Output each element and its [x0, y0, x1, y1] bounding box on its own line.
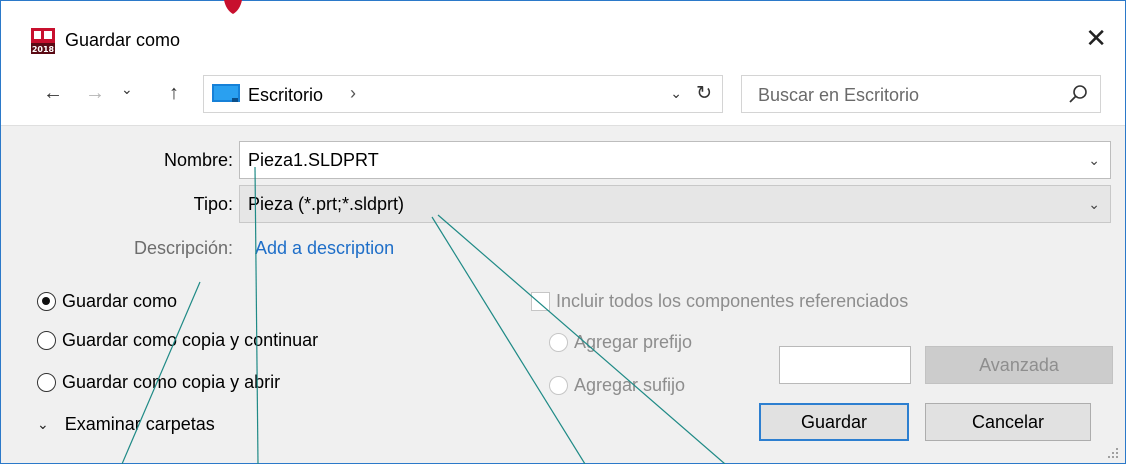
file-type-value[interactable]: Pieza (*.prt;*.sldprt)	[248, 194, 404, 215]
description-label: Descripción:	[133, 238, 233, 258]
file-type-dropdown-icon[interactable]: ⌄	[1088, 196, 1100, 213]
radio-disabled-icon[interactable]	[549, 376, 568, 395]
save-button[interactable]: Guardar	[759, 403, 909, 441]
search-placeholder: Buscar en Escritorio	[758, 85, 920, 105]
radio-selected-icon[interactable]	[37, 292, 56, 311]
address-bar[interactable]: Escritorio › ⌄ ↻	[203, 75, 723, 113]
radio-save-as-label[interactable]: Guardar como	[62, 291, 177, 312]
cancel-button[interactable]: Cancelar	[925, 403, 1091, 441]
radio-unselected-icon[interactable]	[37, 331, 56, 350]
radio-save-copy-open-label[interactable]: Guardar como copia y abrir	[62, 372, 280, 393]
options-panel: Nombre: Pieza1.SLDPRT ⌄ Tipo: Pieza (*.p…	[1, 125, 1125, 463]
add-description-link[interactable]: Add a description	[255, 238, 394, 259]
up-arrow-icon[interactable]: ↑	[169, 81, 179, 105]
file-name-value[interactable]: Pieza1.SLDPRT	[248, 150, 379, 171]
title-bar: 2018 Guardar como ✕	[1, 13, 1125, 63]
browse-folders-toggle[interactable]: ⌄ Examinar carpetas	[37, 414, 215, 435]
refresh-icon[interactable]: ↻	[696, 82, 712, 105]
name-label: Nombre:	[163, 150, 233, 170]
close-icon[interactable]: ✕	[1085, 23, 1107, 53]
prefix-suffix-input[interactable]	[779, 346, 911, 384]
type-label: Tipo:	[193, 194, 233, 214]
radio-save-copy-open[interactable]: Guardar como copia y abrir	[37, 372, 280, 393]
recent-locations-chevron-icon[interactable]: ⌄	[121, 77, 133, 101]
radio-add-suffix[interactable]: Agregar sufijo	[549, 375, 685, 396]
address-dropdown-icon[interactable]: ⌄	[670, 85, 682, 102]
desktop-icon	[212, 84, 240, 102]
file-type-select[interactable]: Pieza (*.prt;*.sldprt) ⌄	[239, 185, 1111, 223]
save-as-dialog: 2018 Guardar como ✕ ← → ⌄ ↑ Escritorio ›…	[0, 0, 1126, 464]
svg-text:2018: 2018	[32, 45, 55, 54]
solidworks-2018-icon: 2018	[31, 28, 55, 54]
radio-save-copy-continue[interactable]: Guardar como copia y continuar	[37, 330, 318, 351]
breadcrumb-separator-icon[interactable]: ›	[350, 83, 356, 104]
file-name-dropdown-icon[interactable]: ⌄	[1088, 152, 1100, 169]
file-name-field[interactable]: Pieza1.SLDPRT ⌄	[239, 141, 1111, 179]
window-title: Guardar como	[65, 30, 181, 50]
radio-disabled-icon[interactable]	[549, 333, 568, 352]
radio-unselected-icon[interactable]	[37, 373, 56, 392]
search-box[interactable]: Buscar en Escritorio	[741, 75, 1101, 113]
breadcrumb-desktop[interactable]: Escritorio	[248, 85, 323, 106]
include-references-label: Incluir todos los componentes referencia…	[556, 291, 909, 311]
red-marker-icon	[224, 0, 242, 14]
radio-save-as[interactable]: Guardar como	[37, 291, 177, 312]
advanced-button[interactable]: Avanzada	[925, 346, 1113, 384]
back-arrow-icon[interactable]: ←	[43, 81, 63, 105]
search-icon[interactable]	[1068, 84, 1088, 104]
forward-arrow-icon[interactable]: →	[85, 81, 105, 105]
add-suffix-label: Agregar sufijo	[574, 375, 686, 395]
include-references-checkbox[interactable]: Incluir todos los componentes referencia…	[531, 291, 908, 312]
navigation-bar: ← → ⌄ ↑ Escritorio › ⌄ ↻ Buscar en Escri…	[1, 63, 1125, 125]
add-prefix-label: Agregar prefijo	[574, 332, 693, 352]
checkbox-icon[interactable]	[531, 292, 550, 311]
browse-folders-label[interactable]: Examinar carpetas	[65, 414, 215, 435]
chevron-down-icon[interactable]: ⌄	[37, 416, 49, 433]
radio-save-copy-continue-label[interactable]: Guardar como copia y continuar	[62, 330, 318, 351]
radio-add-prefix[interactable]: Agregar prefijo	[549, 332, 692, 353]
resize-grip-icon[interactable]	[1105, 445, 1119, 459]
